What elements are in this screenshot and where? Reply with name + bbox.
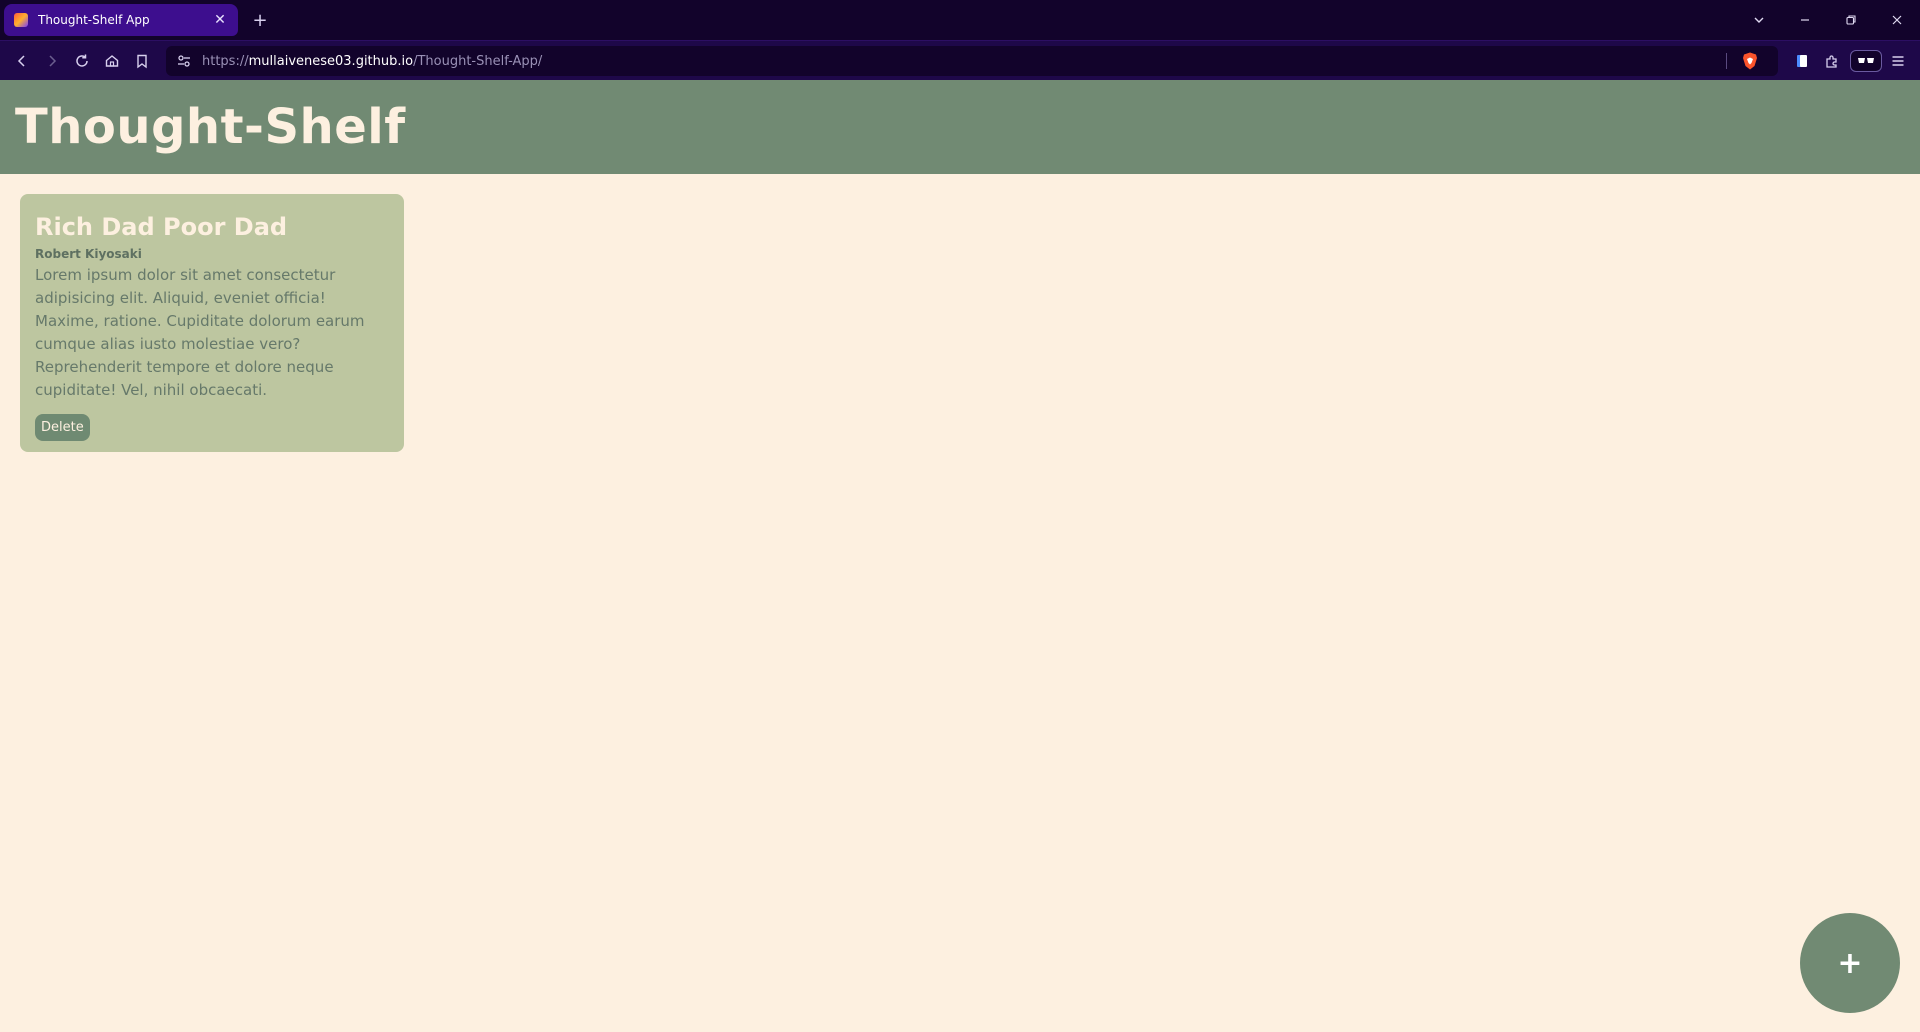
url-divider	[1726, 53, 1727, 69]
new-tab-icon[interactable]: +	[248, 8, 272, 32]
back-icon[interactable]	[10, 49, 34, 73]
close-tab-icon[interactable]: ✕	[212, 12, 228, 28]
site-settings-icon[interactable]	[176, 53, 192, 69]
address-bar[interactable]: https://mullaivenese03.github.io/Thought…	[166, 46, 1778, 76]
reload-icon[interactable]	[70, 49, 94, 73]
bookmark-icon[interactable]	[130, 49, 154, 73]
extensions-icon[interactable]	[1820, 49, 1844, 73]
wallet-icon[interactable]	[1850, 50, 1882, 72]
page-viewport: Thought-Shelf Rich Dad Poor Dad Robert K…	[0, 80, 1920, 1032]
browser-toolbar: https://mullaivenese03.github.io/Thought…	[0, 40, 1920, 80]
window-controls	[1736, 0, 1920, 40]
close-window-icon[interactable]	[1874, 0, 1920, 40]
menu-icon[interactable]	[1886, 49, 1910, 73]
add-thought-button[interactable]: +	[1800, 913, 1900, 1013]
plus-icon: +	[1837, 945, 1863, 981]
url-host: mullaivenese03.github.io	[248, 53, 414, 69]
book-card: Rich Dad Poor Dad Robert Kiyosaki Lorem …	[20, 194, 404, 452]
card-author: Robert Kiyosaki	[35, 247, 142, 261]
browser-tab-active[interactable]: Thought-Shelf App ✕	[4, 4, 238, 36]
tab-list-chevron-icon[interactable]	[1736, 0, 1782, 40]
card-body: Lorem ipsum dolor sit amet consectetur a…	[35, 266, 365, 399]
tab-title: Thought-Shelf App	[38, 13, 150, 27]
url-path: /Thought-Shelf-App/	[413, 53, 543, 69]
app-favicon-icon	[14, 13, 28, 27]
app-header: Thought-Shelf	[0, 80, 1920, 174]
leo-sidebar-icon[interactable]	[1790, 49, 1814, 73]
forward-icon[interactable]	[40, 49, 64, 73]
browser-tab-bar: Thought-Shelf App ✕ +	[0, 0, 1920, 40]
app-title: Thought-Shelf	[15, 99, 406, 155]
delete-button[interactable]: Delete	[35, 414, 90, 441]
url-scheme: https://	[202, 53, 249, 69]
brave-shields-icon[interactable]	[1740, 51, 1760, 71]
card-title: Rich Dad Poor Dad	[35, 213, 288, 241]
home-icon[interactable]	[100, 49, 124, 73]
minimize-icon[interactable]	[1782, 0, 1828, 40]
restore-icon[interactable]	[1828, 0, 1874, 40]
